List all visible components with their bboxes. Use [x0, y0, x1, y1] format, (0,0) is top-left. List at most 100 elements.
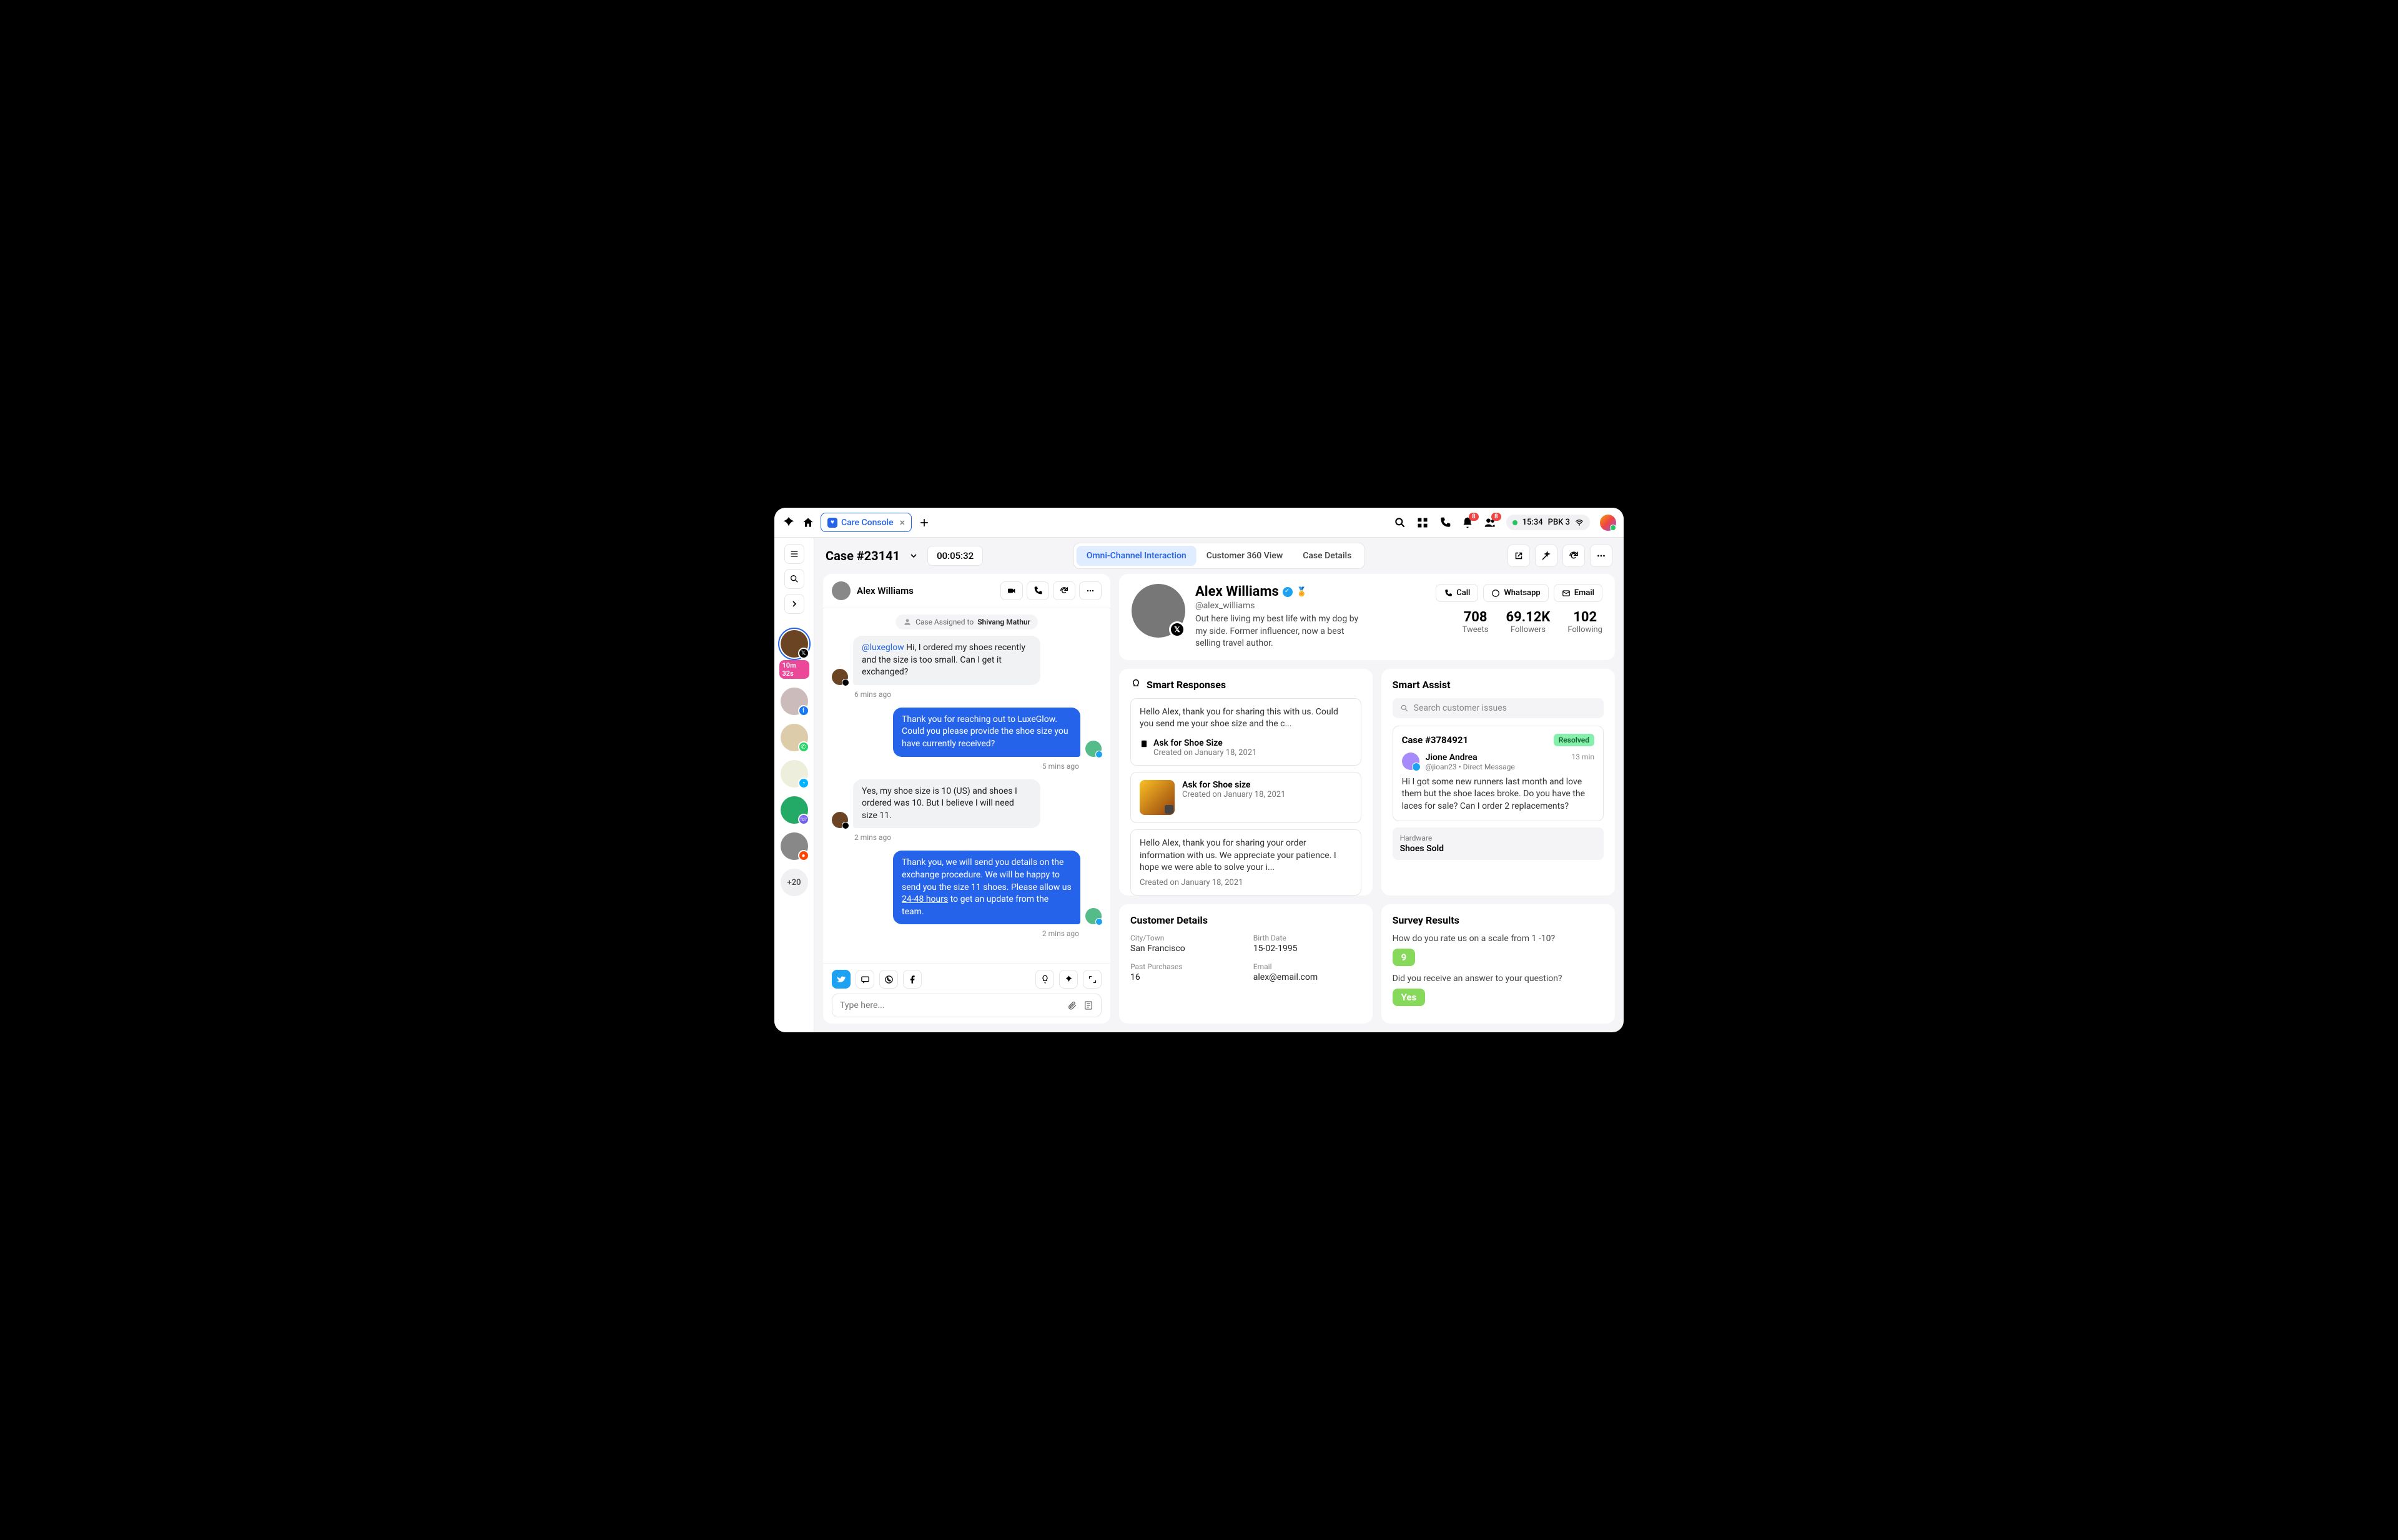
conversation-item[interactable]: ✆ [779, 724, 809, 751]
medal-icon: 🏅 [1296, 587, 1307, 597]
active-tab[interactable]: ♥ Care Console × [821, 513, 912, 532]
chat-message: Yes, my shoe size is 10 (US) and shoes I… [853, 779, 1040, 829]
survey-question: Did you receive an answer to your questi… [1393, 974, 1604, 984]
compose-input[interactable] [832, 994, 1102, 1017]
popout-button[interactable] [1507, 545, 1530, 567]
chat-call-button[interactable] [1027, 581, 1049, 600]
chat-refresh-button[interactable] [1053, 581, 1075, 600]
apps-button[interactable] [1416, 516, 1429, 529]
smart-assist-search[interactable]: Search customer issues [1393, 698, 1604, 718]
case-timer: 00:05:32 [927, 546, 983, 566]
expand-button[interactable] [784, 594, 804, 614]
conversation-item[interactable]: ☏ [779, 796, 809, 824]
conversation-item[interactable]: f [779, 688, 809, 715]
smart-response-card[interactable]: Hello Alex, thank you for sharing this w… [1130, 698, 1361, 766]
email-button[interactable]: Email [1554, 584, 1602, 602]
status-pill[interactable]: 15:34 PBK 3 [1506, 515, 1590, 530]
message-time: 2 mins ago [832, 929, 1079, 938]
stat-tweets: 708 [1463, 610, 1489, 625]
smart-responses-title: Smart Responses [1130, 679, 1361, 691]
tab-label: Care Console [841, 518, 894, 528]
case-assigned-pill: Case Assigned to Shivang Mathur [896, 615, 1038, 629]
profile-bio: Out here living my best life with my dog… [1195, 613, 1370, 650]
stat-following: 102 [1567, 610, 1602, 625]
status-dot [1512, 520, 1517, 525]
conversation-item[interactable]: ● [779, 832, 809, 860]
case-title: Case #23141 [826, 548, 900, 563]
profile-channel-icon: 𝕏 [1169, 621, 1185, 638]
detail-purchases: Past Purchases16 [1130, 962, 1238, 982]
tab-omnichannel[interactable]: Omni-Channel Interaction [1077, 546, 1197, 566]
survey-score: 9 [1393, 949, 1416, 966]
rail-search-button[interactable] [784, 569, 804, 589]
conversation-timer: 10m 32s [779, 660, 809, 679]
notifications-button[interactable]: 8 [1461, 516, 1474, 529]
agent-avatar [1085, 908, 1102, 924]
people-button[interactable]: 8 [1484, 516, 1496, 529]
chat-message: Thank you, we will send you details on t… [893, 851, 1080, 924]
brand-logo [782, 516, 796, 530]
refresh-button[interactable] [1562, 545, 1585, 567]
channel-whatsapp-button[interactable] [879, 970, 898, 989]
message-input[interactable] [840, 1000, 1061, 1010]
conversation-item[interactable]: ◔ [779, 760, 809, 787]
phone-button[interactable] [1439, 516, 1451, 529]
people-badge: 8 [1491, 513, 1501, 521]
whatsapp-button[interactable]: Whatsapp [1483, 584, 1548, 602]
sprinklr-button[interactable] [1059, 970, 1078, 989]
notification-badge: 8 [1469, 513, 1479, 521]
message-time: 2 mins ago [854, 833, 1102, 842]
chat-avatar [832, 581, 851, 600]
channel-sms-button[interactable] [856, 970, 874, 989]
smart-assist-tag[interactable]: Hardware Shoes Sold [1393, 827, 1604, 860]
channel-x-icon: 𝕏 [798, 648, 809, 659]
detail-city: City/TownSan Francisco [1130, 934, 1238, 954]
profile-avatar: 𝕏 [1132, 584, 1185, 638]
related-user-avatar [1402, 753, 1419, 770]
status-badge: Resolved [1554, 734, 1594, 746]
magic-button[interactable] [1535, 545, 1557, 567]
call-button[interactable]: Call [1436, 584, 1478, 602]
agent-avatar [1085, 741, 1102, 757]
conversation-item[interactable]: 𝕏 10m 32s [779, 630, 809, 679]
template-button[interactable] [1083, 1000, 1093, 1010]
add-tab-button[interactable] [918, 516, 930, 529]
chat-customer-name: Alex Williams [857, 585, 914, 596]
home-button[interactable] [802, 516, 814, 529]
close-tab-button[interactable]: × [900, 516, 905, 528]
message-time: 5 mins ago [832, 762, 1079, 771]
channel-facebook-button[interactable] [903, 970, 922, 989]
related-case-card[interactable]: Case #3784921 Resolved Jione Andrea@jioa… [1393, 726, 1604, 821]
workspace-label: PBK 3 [1548, 518, 1570, 527]
survey-question: How do you rate us on a scale from 1 -10… [1393, 934, 1604, 944]
stat-followers: 69.12K [1506, 610, 1551, 625]
clock-time: 15:34 [1522, 518, 1543, 527]
smart-response-card[interactable]: Hello Alex, thank you for sharing your o… [1130, 829, 1361, 896]
channel-twitter-button[interactable] [832, 970, 851, 989]
attachment-button[interactable] [1067, 1000, 1077, 1010]
expand-compose-button[interactable] [1083, 970, 1102, 989]
customer-details-title: Customer Details [1130, 914, 1361, 926]
channel-whatsapp-icon: ✆ [798, 741, 809, 753]
more-button[interactable] [1590, 545, 1612, 567]
chat-video-button[interactable] [1000, 581, 1023, 600]
chat-message: @luxeglow Hi, I ordered my shoes recentl… [853, 636, 1040, 685]
channel-messenger-icon: ◔ [798, 777, 809, 789]
channel-facebook-icon: f [798, 705, 809, 716]
chat-more-button[interactable] [1079, 581, 1102, 600]
search-button[interactable] [1394, 516, 1406, 529]
tab-case-details[interactable]: Case Details [1293, 546, 1361, 566]
smart-assist-title: Smart Assist [1393, 679, 1604, 691]
menu-button[interactable] [784, 544, 804, 564]
suggestions-button[interactable] [1035, 970, 1054, 989]
smart-response-card[interactable]: Ask for Shoe sizeCreated on January 18, … [1130, 772, 1361, 823]
more-conversations-button[interactable]: +20 [781, 869, 808, 896]
case-dropdown-button[interactable] [909, 551, 919, 561]
tab-customer-360[interactable]: Customer 360 View [1197, 546, 1293, 566]
profile-name: Alex Williams [1195, 584, 1279, 600]
profile-handle: @alex_williams [1195, 601, 1426, 611]
related-case-id: Case #3784921 [1402, 734, 1469, 746]
tab-icon: ♥ [827, 518, 837, 528]
customer-avatar [832, 669, 848, 685]
user-avatar[interactable] [1600, 515, 1616, 531]
